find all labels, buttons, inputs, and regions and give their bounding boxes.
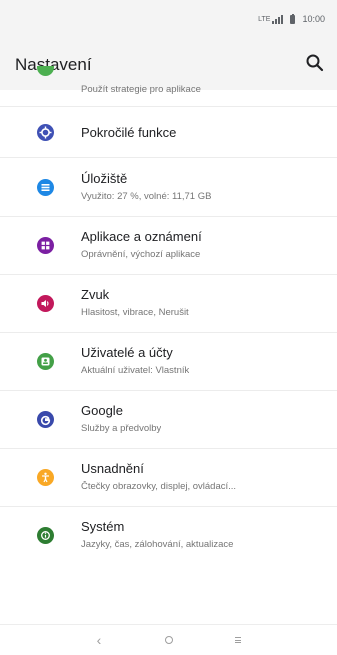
google-icon: [37, 411, 54, 428]
menu-icon: [235, 636, 241, 645]
info-icon: [37, 527, 54, 544]
settings-item-subtitle: Hlasitost, vibrace, Nerušit: [81, 307, 189, 318]
settings-item-accessibility[interactable]: Usnadnění Čtečky obrazovky, displej, ovl…: [0, 449, 337, 507]
status-time: 10:00: [302, 14, 325, 24]
home-button[interactable]: [159, 631, 179, 649]
home-icon: [165, 636, 173, 644]
settings-item-apps[interactable]: Aplikace a oznámení Oprávnění, výchozí a…: [0, 217, 337, 275]
settings-item-system[interactable]: Systém Jazyky, čas, zálohování, aktualiz…: [0, 507, 337, 565]
settings-item-subtitle: Použít strategie pro aplikace: [81, 84, 201, 95]
settings-item-subtitle: Jazyky, čas, zálohování, aktualizace: [81, 539, 234, 550]
settings-item-google[interactable]: Google Služby a předvolby: [0, 391, 337, 449]
partial-green-icon: [37, 66, 54, 76]
settings-item-title: Zvuk: [81, 287, 110, 302]
settings-item-battery-strategy[interactable]: Použít strategie pro aplikace: [0, 66, 337, 107]
settings-item-advanced[interactable]: Pokročilé funkce: [0, 107, 337, 158]
settings-item-accounts[interactable]: Uživatelé a účty Aktuální uživatel: Vlas…: [0, 333, 337, 391]
settings-plus-icon: [37, 124, 54, 141]
settings-item-title: Systém: [81, 519, 125, 534]
volume-icon: [37, 295, 54, 312]
status-bar: LTE 10:00: [0, 0, 337, 38]
back-icon: ‹: [96, 632, 102, 648]
apps-icon: [37, 237, 54, 254]
navigation-bar: ‹: [0, 624, 337, 655]
accessibility-icon: [37, 469, 54, 486]
settings-item-title: Úložiště: [81, 171, 128, 186]
settings-item-title: Google: [81, 403, 123, 418]
status-icons: LTE 10:00: [258, 13, 325, 25]
back-button[interactable]: ‹: [89, 631, 109, 649]
battery-icon: [290, 13, 296, 24]
menu-button[interactable]: [228, 631, 248, 649]
settings-item-title: Usnadnění: [81, 461, 144, 476]
settings-item-sound[interactable]: Zvuk Hlasitost, vibrace, Nerušit: [0, 275, 337, 333]
signal-icon: [272, 14, 284, 24]
settings-item-title: Pokročilé funkce: [81, 125, 177, 140]
settings-item-subtitle: Aktuální uživatel: Vlastník: [81, 365, 190, 376]
settings-item-title: Aplikace a oznámení: [81, 229, 202, 244]
settings-item-subtitle: Oprávnění, výchozí aplikace: [81, 249, 201, 260]
network-type-label: LTE: [258, 15, 271, 23]
settings-item-storage[interactable]: Úložiště Využito: 27 %, volné: 11,71 GB: [0, 158, 337, 217]
settings-item-subtitle: Služby a předvolby: [81, 423, 162, 434]
storage-icon: [37, 179, 54, 196]
settings-item-subtitle: Využito: 27 %, volné: 11,71 GB: [81, 191, 212, 202]
account-icon: [37, 353, 54, 370]
settings-item-title: Uživatelé a účty: [81, 345, 173, 360]
settings-item-subtitle: Čtečky obrazovky, displej, ovládací...: [81, 481, 237, 492]
